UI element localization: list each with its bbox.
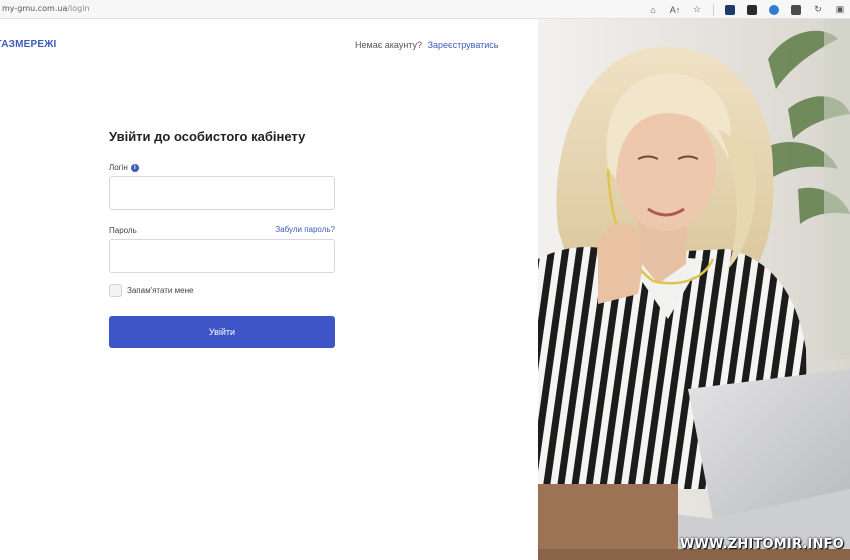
extension-icon[interactable] bbox=[724, 4, 736, 16]
remember-me-row[interactable]: Запам'ятати мене bbox=[109, 284, 193, 297]
favorite-star-icon[interactable]: ☆ bbox=[691, 4, 703, 16]
page-title: Увійти до особистого кабінету bbox=[109, 129, 306, 144]
profile-icon[interactable]: ▣ bbox=[834, 4, 846, 16]
remember-me-checkbox[interactable] bbox=[109, 284, 122, 297]
no-account-text: Немає акаунту? bbox=[355, 40, 423, 50]
register-link[interactable]: Зареєструватись bbox=[428, 40, 499, 50]
info-icon[interactable]: i bbox=[130, 163, 139, 172]
extension-icon[interactable] bbox=[746, 4, 758, 16]
refresh-icon[interactable]: ↻ bbox=[812, 4, 824, 16]
password-label: Пароль bbox=[109, 226, 137, 235]
browser-toolbar: my-gmu.com.ua/login ⌂ A↑ ☆ ↻ ▣ bbox=[0, 0, 850, 19]
login-button[interactable]: Увійти bbox=[109, 316, 335, 348]
toolbar-divider bbox=[713, 3, 714, 16]
extension-icon[interactable] bbox=[768, 4, 780, 16]
account-prompt: Немає акаунту? Зареєструватись bbox=[355, 40, 498, 50]
read-aloud-icon[interactable]: A↑ bbox=[669, 4, 681, 16]
login-input[interactable] bbox=[109, 176, 335, 210]
forgot-password-link[interactable]: Забули пароль? bbox=[275, 225, 335, 234]
extension-icon[interactable] bbox=[790, 4, 802, 16]
hero-photo-illustration bbox=[538, 19, 850, 560]
login-label: Логін bbox=[109, 163, 128, 172]
url-path: /login bbox=[67, 4, 90, 13]
watermark: WWW.ZHITOMIR.INFO bbox=[680, 537, 844, 552]
key-icon[interactable]: ⌂ bbox=[647, 4, 659, 16]
remember-me-label: Запам'ятати мене bbox=[127, 286, 194, 295]
hero-photo: WWW.ZHITOMIR.INFO bbox=[538, 19, 850, 560]
browser-actions: ⌂ A↑ ☆ ↻ ▣ bbox=[647, 2, 846, 17]
address-bar[interactable]: my-gmu.com.ua/login bbox=[2, 4, 90, 13]
login-label-row: Логін i bbox=[109, 163, 139, 172]
password-input[interactable] bbox=[109, 239, 335, 273]
brand-logo[interactable]: ГАЗМЕРЕЖІ bbox=[0, 39, 56, 50]
url-host: my-gmu.com.ua bbox=[2, 4, 68, 13]
